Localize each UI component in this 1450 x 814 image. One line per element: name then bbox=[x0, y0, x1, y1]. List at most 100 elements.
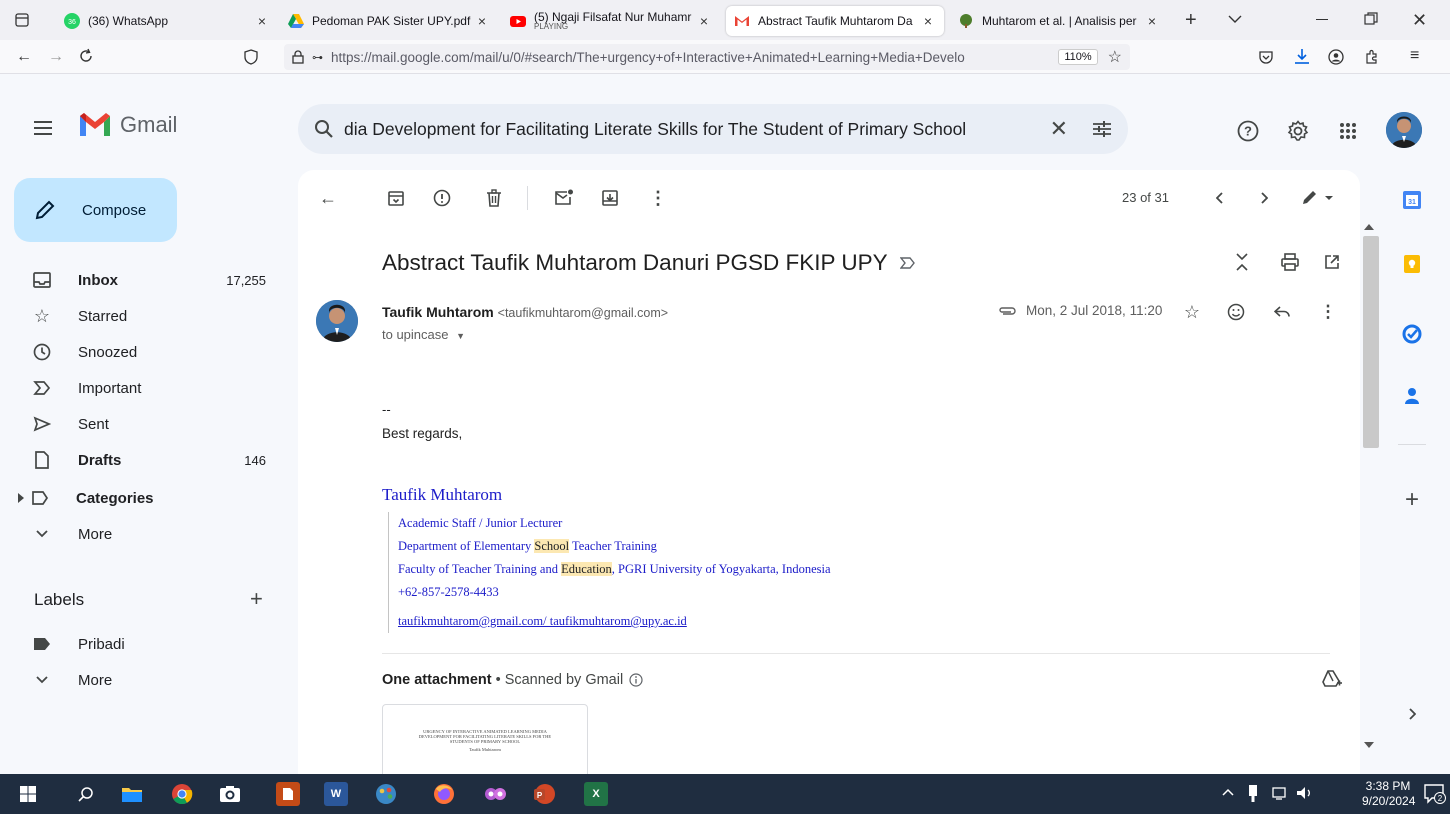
gmail-logo[interactable]: Gmail bbox=[78, 112, 177, 138]
tab-youtube[interactable]: (5) Ngaji Filsafat Nur Muhamr PLAYING × bbox=[502, 6, 720, 36]
close-icon[interactable]: × bbox=[1144, 13, 1160, 29]
restore-icon[interactable] bbox=[1364, 12, 1378, 26]
keep-icon[interactable] bbox=[1400, 252, 1424, 276]
powerpoint-icon[interactable]: P bbox=[532, 782, 556, 806]
bookmark-star-icon[interactable]: ☆ bbox=[1108, 47, 1122, 67]
signature-email-link[interactable]: taufikmuhtarom@gmail.com/ taufikmuhtarom… bbox=[398, 610, 831, 633]
back-arrow-icon[interactable]: ← bbox=[16, 48, 32, 66]
sidebar-item-inbox[interactable]: Inbox 17,255 bbox=[16, 264, 280, 296]
sender-name[interactable]: Taufik Muhtarom bbox=[382, 304, 494, 320]
sidebar-item-important[interactable]: Important bbox=[16, 372, 280, 404]
tasks-icon[interactable] bbox=[1400, 322, 1424, 346]
more-actions-icon[interactable]: ⋮ bbox=[646, 186, 670, 210]
sidebar-item-drafts[interactable]: Drafts 146 bbox=[16, 444, 280, 476]
sidebar-item-starred[interactable]: ☆ Starred bbox=[16, 300, 280, 332]
search-input[interactable]: dia Development for Facilitating Literat… bbox=[344, 119, 1038, 140]
star-message-icon[interactable]: ☆ bbox=[1182, 302, 1202, 322]
collapse-all-icon[interactable] bbox=[1230, 250, 1254, 274]
sidebar-item-more[interactable]: More bbox=[16, 518, 280, 550]
reload-icon[interactable] bbox=[78, 48, 94, 64]
recipient-details-dropdown-icon[interactable]: ▼ bbox=[456, 331, 465, 341]
firefox-icon[interactable] bbox=[432, 782, 456, 806]
sidebar-item-snoozed[interactable]: Snoozed bbox=[16, 336, 280, 368]
account-avatar[interactable] bbox=[1386, 112, 1422, 148]
scroll-up-arrow-icon[interactable] bbox=[1364, 224, 1374, 230]
sender-avatar[interactable] bbox=[316, 300, 358, 342]
show-hidden-icons-chevron-icon[interactable] bbox=[1222, 788, 1234, 796]
open-new-window-icon[interactable] bbox=[1320, 250, 1344, 274]
extensions-icon[interactable] bbox=[1364, 49, 1380, 65]
back-to-search-icon[interactable]: ← bbox=[316, 186, 340, 210]
message-more-icon[interactable]: ⋮ bbox=[1318, 302, 1338, 322]
info-icon[interactable] bbox=[629, 673, 643, 687]
camera-app-icon[interactable] bbox=[218, 782, 242, 806]
reply-icon[interactable] bbox=[1272, 302, 1292, 322]
tab-list-icon[interactable] bbox=[14, 12, 30, 28]
tab-journal[interactable]: Muhtarom et al. | Analisis per × bbox=[950, 6, 1168, 36]
apps-grid-icon[interactable] bbox=[1336, 119, 1360, 143]
delete-trash-icon[interactable] bbox=[482, 186, 506, 210]
tab-gmail[interactable]: Abstract Taufik Muhtarom Da × bbox=[726, 6, 944, 36]
account-icon[interactable] bbox=[1328, 49, 1344, 65]
get-addons-plus-icon[interactable]: + bbox=[1400, 486, 1424, 513]
sidebar-labels-more[interactable]: More bbox=[16, 664, 280, 696]
input-tools-pen-icon[interactable] bbox=[1298, 186, 1338, 210]
create-label-button[interactable]: + bbox=[250, 586, 263, 612]
recipient-line[interactable]: to upincase ▼ bbox=[382, 327, 465, 342]
expand-arrow-icon[interactable] bbox=[18, 493, 24, 503]
permissions-icon[interactable]: ⊶ bbox=[312, 51, 323, 64]
close-icon[interactable]: × bbox=[696, 13, 712, 29]
download-icon[interactable] bbox=[1294, 48, 1310, 66]
show-side-panel-chevron-icon[interactable] bbox=[1400, 702, 1424, 726]
tab-overflow-chevron-icon[interactable] bbox=[1228, 14, 1242, 24]
add-to-drive-icon[interactable] bbox=[1322, 670, 1342, 688]
archive-icon[interactable] bbox=[384, 186, 408, 210]
close-icon[interactable]: × bbox=[920, 13, 936, 29]
system-clock[interactable]: 3:38 PM 9/20/2024 bbox=[1362, 779, 1415, 809]
help-icon[interactable]: ? bbox=[1236, 119, 1260, 143]
print-icon[interactable] bbox=[1278, 250, 1302, 274]
volume-icon[interactable] bbox=[1296, 786, 1314, 800]
word-icon[interactable]: W bbox=[324, 782, 348, 806]
usb-device-icon[interactable] bbox=[1248, 785, 1258, 803]
close-icon[interactable]: × bbox=[254, 13, 270, 29]
taskbar-search-icon[interactable] bbox=[74, 782, 98, 806]
attachment-thumbnail[interactable]: URGENCY OF INTERACTIVE ANIMATED LEARNING… bbox=[382, 704, 588, 774]
search-icon[interactable] bbox=[314, 119, 334, 139]
newer-chevron-left-icon[interactable] bbox=[1208, 186, 1232, 210]
scroll-down-arrow-icon[interactable] bbox=[1364, 742, 1374, 748]
hamburger-menu-icon[interactable]: ≡ bbox=[1410, 47, 1419, 65]
zoom-level[interactable]: 110% bbox=[1058, 49, 1098, 65]
emoji-reaction-icon[interactable] bbox=[1226, 302, 1246, 322]
compose-button[interactable]: Compose bbox=[14, 178, 177, 242]
mark-unread-icon[interactable] bbox=[552, 186, 576, 210]
older-chevron-right-icon[interactable] bbox=[1252, 186, 1276, 210]
search-bar[interactable]: dia Development for Facilitating Literat… bbox=[298, 104, 1128, 154]
notification-center-icon[interactable]: 2 bbox=[1424, 784, 1446, 804]
sidebar-item-sent[interactable]: Sent bbox=[16, 408, 280, 440]
teams-like-icon[interactable] bbox=[484, 782, 508, 806]
settings-gear-icon[interactable] bbox=[1286, 119, 1310, 143]
tab-whatsapp[interactable]: 36 (36) WhatsApp × bbox=[56, 6, 278, 36]
shield-icon[interactable] bbox=[244, 49, 258, 65]
main-menu-icon[interactable] bbox=[34, 121, 52, 135]
search-options-icon[interactable] bbox=[1092, 120, 1112, 138]
new-tab-button[interactable]: + bbox=[1185, 9, 1197, 32]
tab-pdf[interactable]: Pedoman PAK Sister UPY.pdf × bbox=[280, 6, 498, 36]
windows-start-icon[interactable] bbox=[16, 782, 40, 806]
taskbar-app-orange-icon[interactable] bbox=[276, 782, 300, 806]
forward-arrow-icon[interactable]: → bbox=[48, 48, 64, 66]
importance-marker-icon[interactable] bbox=[899, 257, 916, 269]
network-icon[interactable] bbox=[1272, 786, 1290, 800]
sidebar-label-pribadi[interactable]: Pribadi bbox=[16, 628, 280, 660]
minimize-icon[interactable] bbox=[1316, 19, 1328, 20]
clear-search-icon[interactable]: ✕ bbox=[1050, 116, 1068, 142]
scrollbar-thumb[interactable] bbox=[1363, 236, 1379, 448]
move-to-icon[interactable] bbox=[598, 186, 622, 210]
file-explorer-icon[interactable] bbox=[120, 782, 144, 806]
excel-icon[interactable]: X bbox=[584, 782, 608, 806]
pocket-icon[interactable] bbox=[1258, 49, 1274, 65]
report-spam-icon[interactable] bbox=[430, 186, 454, 210]
sidebar-item-categories[interactable]: Categories bbox=[0, 482, 264, 514]
paint-app-icon[interactable] bbox=[374, 782, 398, 806]
